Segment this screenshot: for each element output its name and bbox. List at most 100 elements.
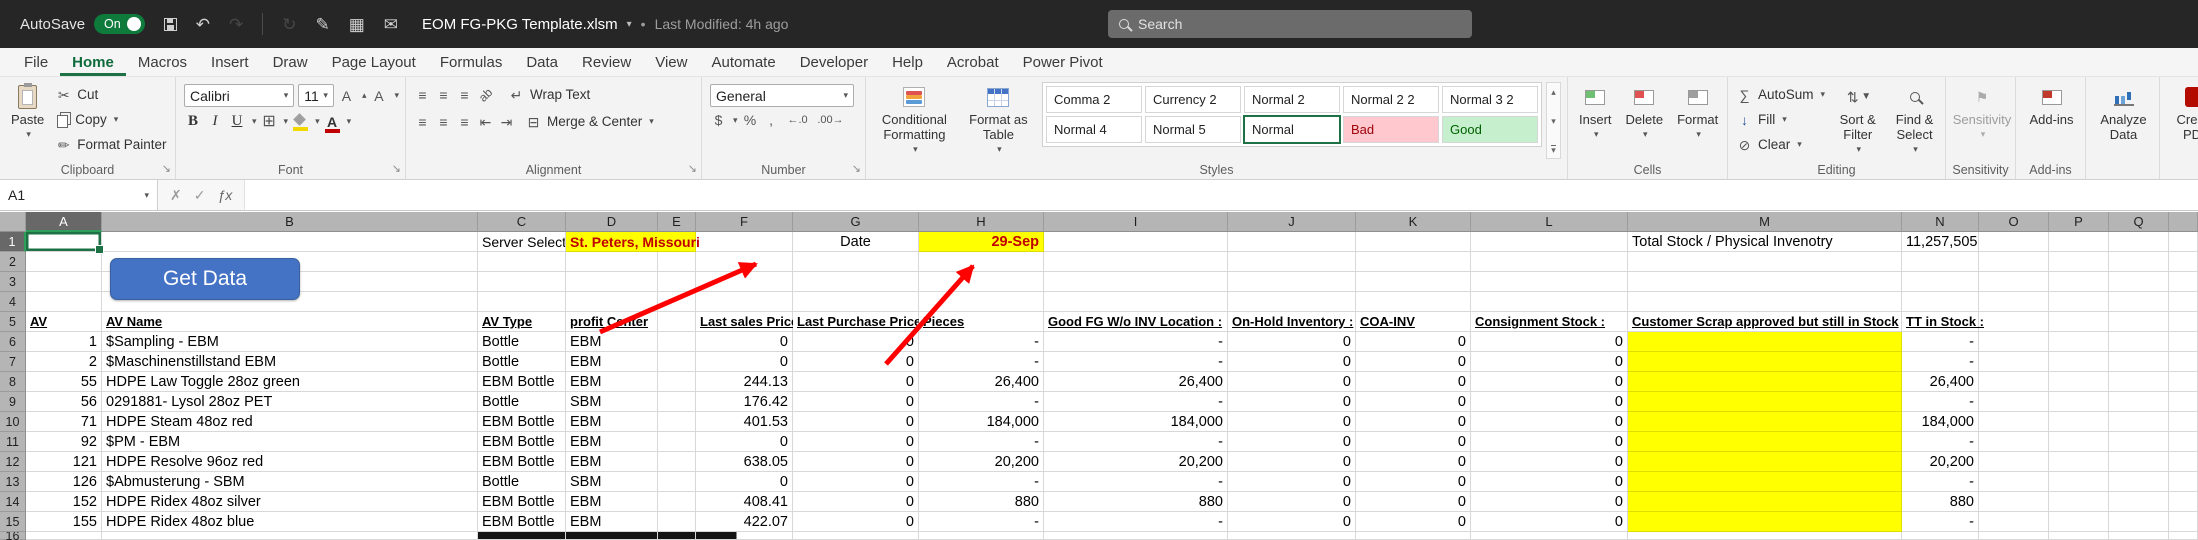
- cell-Q12[interactable]: [2109, 452, 2169, 472]
- comma-style-button[interactable]: ,: [763, 113, 780, 127]
- column-header-L[interactable]: L: [1471, 212, 1628, 232]
- cell-O2[interactable]: [1979, 252, 2049, 272]
- decrease-indent-button[interactable]: ⇤: [477, 115, 494, 129]
- align-middle-button[interactable]: ≡: [435, 88, 452, 102]
- cell-E12[interactable]: [658, 452, 696, 472]
- decrease-decimal-button[interactable]: .00→: [816, 115, 846, 126]
- cell-N14[interactable]: 880: [1902, 492, 1979, 512]
- cell-O4[interactable]: [1979, 292, 2049, 312]
- cell-M4[interactable]: [1628, 292, 1902, 312]
- cell-H7[interactable]: -: [919, 352, 1044, 372]
- addins-button[interactable]: Add-ins: [2024, 82, 2079, 159]
- chevron-down-icon[interactable]: ▾: [144, 190, 149, 201]
- cell-D3[interactable]: [566, 272, 658, 292]
- cell-I5[interactable]: Good FG W/o INV Location :: [1044, 312, 1228, 332]
- row-header-8[interactable]: 8: [0, 372, 26, 392]
- cell-A10[interactable]: 71: [26, 412, 102, 432]
- cell-x7[interactable]: [2169, 352, 2198, 372]
- cell-E15[interactable]: [658, 512, 696, 532]
- cell-A8[interactable]: 55: [26, 372, 102, 392]
- cell-E10[interactable]: [658, 412, 696, 432]
- insert-cells-button[interactable]: Insert ▾: [1576, 82, 1615, 159]
- cell-D4[interactable]: [566, 292, 658, 312]
- cell-C4[interactable]: [478, 292, 566, 312]
- cell-K14[interactable]: 0: [1356, 492, 1471, 512]
- format-cells-button[interactable]: Format ▾: [1674, 82, 1721, 159]
- cell-N8[interactable]: 26,400: [1902, 372, 1979, 392]
- column-header-O[interactable]: O: [1979, 212, 2049, 232]
- row-header-16[interactable]: 16: [0, 532, 26, 540]
- number-format-select[interactable]: General ▾: [710, 84, 854, 107]
- cell-P12[interactable]: [2049, 452, 2109, 472]
- row-header-6[interactable]: 6: [0, 332, 26, 352]
- column-header-J[interactable]: J: [1228, 212, 1356, 232]
- cell-O7[interactable]: [1979, 352, 2049, 372]
- cell-M7[interactable]: [1628, 352, 1902, 372]
- cell-G16[interactable]: [793, 532, 919, 540]
- gallery-more-icon[interactable]: ▾: [1551, 145, 1556, 154]
- align-bottom-button[interactable]: ≡: [456, 88, 473, 102]
- menu-tab-acrobat[interactable]: Acrobat: [935, 48, 1011, 76]
- cell-D7[interactable]: EBM: [566, 352, 658, 372]
- cell-A14[interactable]: 152: [26, 492, 102, 512]
- cell-O16[interactable]: [1979, 532, 2049, 540]
- cell-G7[interactable]: 0: [793, 352, 919, 372]
- cell-J3[interactable]: [1228, 272, 1356, 292]
- cell-x5[interactable]: [2169, 312, 2198, 332]
- cell-Q15[interactable]: [2109, 512, 2169, 532]
- formula-input[interactable]: [245, 180, 2198, 210]
- fill-color-button[interactable]: [292, 115, 309, 129]
- cell-H13[interactable]: -: [919, 472, 1044, 492]
- cell-Q3[interactable]: [2109, 272, 2169, 292]
- alignment-dialog-launcher[interactable]: ↘: [688, 162, 697, 175]
- cell-H4[interactable]: [919, 292, 1044, 312]
- format-painter-button[interactable]: ✏ Format Painter: [55, 134, 166, 155]
- cell-M6[interactable]: [1628, 332, 1902, 352]
- cell-P8[interactable]: [2049, 372, 2109, 392]
- cell-L8[interactable]: 0: [1471, 372, 1628, 392]
- cell-D13[interactable]: SBM: [566, 472, 658, 492]
- autosave-toggle[interactable]: AutoSave On: [20, 14, 145, 34]
- grid-icon[interactable]: ▦: [349, 16, 365, 33]
- menu-tab-file[interactable]: File: [12, 48, 60, 76]
- pen-icon[interactable]: ✎: [315, 16, 329, 33]
- cell-Q5[interactable]: [2109, 312, 2169, 332]
- cell-x16[interactable]: [2169, 532, 2198, 540]
- column-header-N[interactable]: N: [1902, 212, 1979, 232]
- cell-P15[interactable]: [2049, 512, 2109, 532]
- style-currency-2[interactable]: Currency 2: [1145, 86, 1241, 113]
- merge-center-button[interactable]: ⊟ Merge & Center ▾: [525, 111, 654, 132]
- cell-E11[interactable]: [658, 432, 696, 452]
- gallery-up-icon[interactable]: ▴: [1551, 87, 1556, 98]
- cell-D8[interactable]: EBM: [566, 372, 658, 392]
- cell-D2[interactable]: [566, 252, 658, 272]
- cell-M14[interactable]: [1628, 492, 1902, 512]
- cell-L14[interactable]: 0: [1471, 492, 1628, 512]
- cell-G10[interactable]: 0: [793, 412, 919, 432]
- create-pdf-button[interactable]: Create PDF: [2168, 82, 2198, 159]
- cell-E3[interactable]: [658, 272, 696, 292]
- cell-D5[interactable]: profit Center: [566, 312, 658, 332]
- chevron-down-icon[interactable]: ▾: [347, 116, 352, 127]
- decrease-font-size-button[interactable]: A▾: [370, 85, 399, 106]
- cell-x14[interactable]: [2169, 492, 2198, 512]
- menu-tab-formulas[interactable]: Formulas: [428, 48, 515, 76]
- cell-K9[interactable]: 0: [1356, 392, 1471, 412]
- cell-A1[interactable]: [26, 232, 102, 252]
- cell-E4[interactable]: [658, 292, 696, 312]
- cell-J11[interactable]: 0: [1228, 432, 1356, 452]
- cell-H2[interactable]: [919, 252, 1044, 272]
- cell-N6[interactable]: -: [1902, 332, 1979, 352]
- cell-x1[interactable]: [2169, 232, 2198, 252]
- column-header-G[interactable]: G: [793, 212, 919, 232]
- cell-C3[interactable]: [478, 272, 566, 292]
- row-header-12[interactable]: 12: [0, 452, 26, 472]
- font-dialog-launcher[interactable]: ↘: [392, 162, 401, 175]
- cell-K15[interactable]: 0: [1356, 512, 1471, 532]
- conditional-formatting-button[interactable]: Conditional Formatting ▾: [874, 82, 955, 159]
- cell-M16[interactable]: [1628, 532, 1902, 540]
- cell-P2[interactable]: [2049, 252, 2109, 272]
- cell-K5[interactable]: COA-INV: [1356, 312, 1471, 332]
- refresh-icon[interactable]: ↻: [282, 16, 296, 33]
- enter-icon[interactable]: ✓: [194, 187, 206, 204]
